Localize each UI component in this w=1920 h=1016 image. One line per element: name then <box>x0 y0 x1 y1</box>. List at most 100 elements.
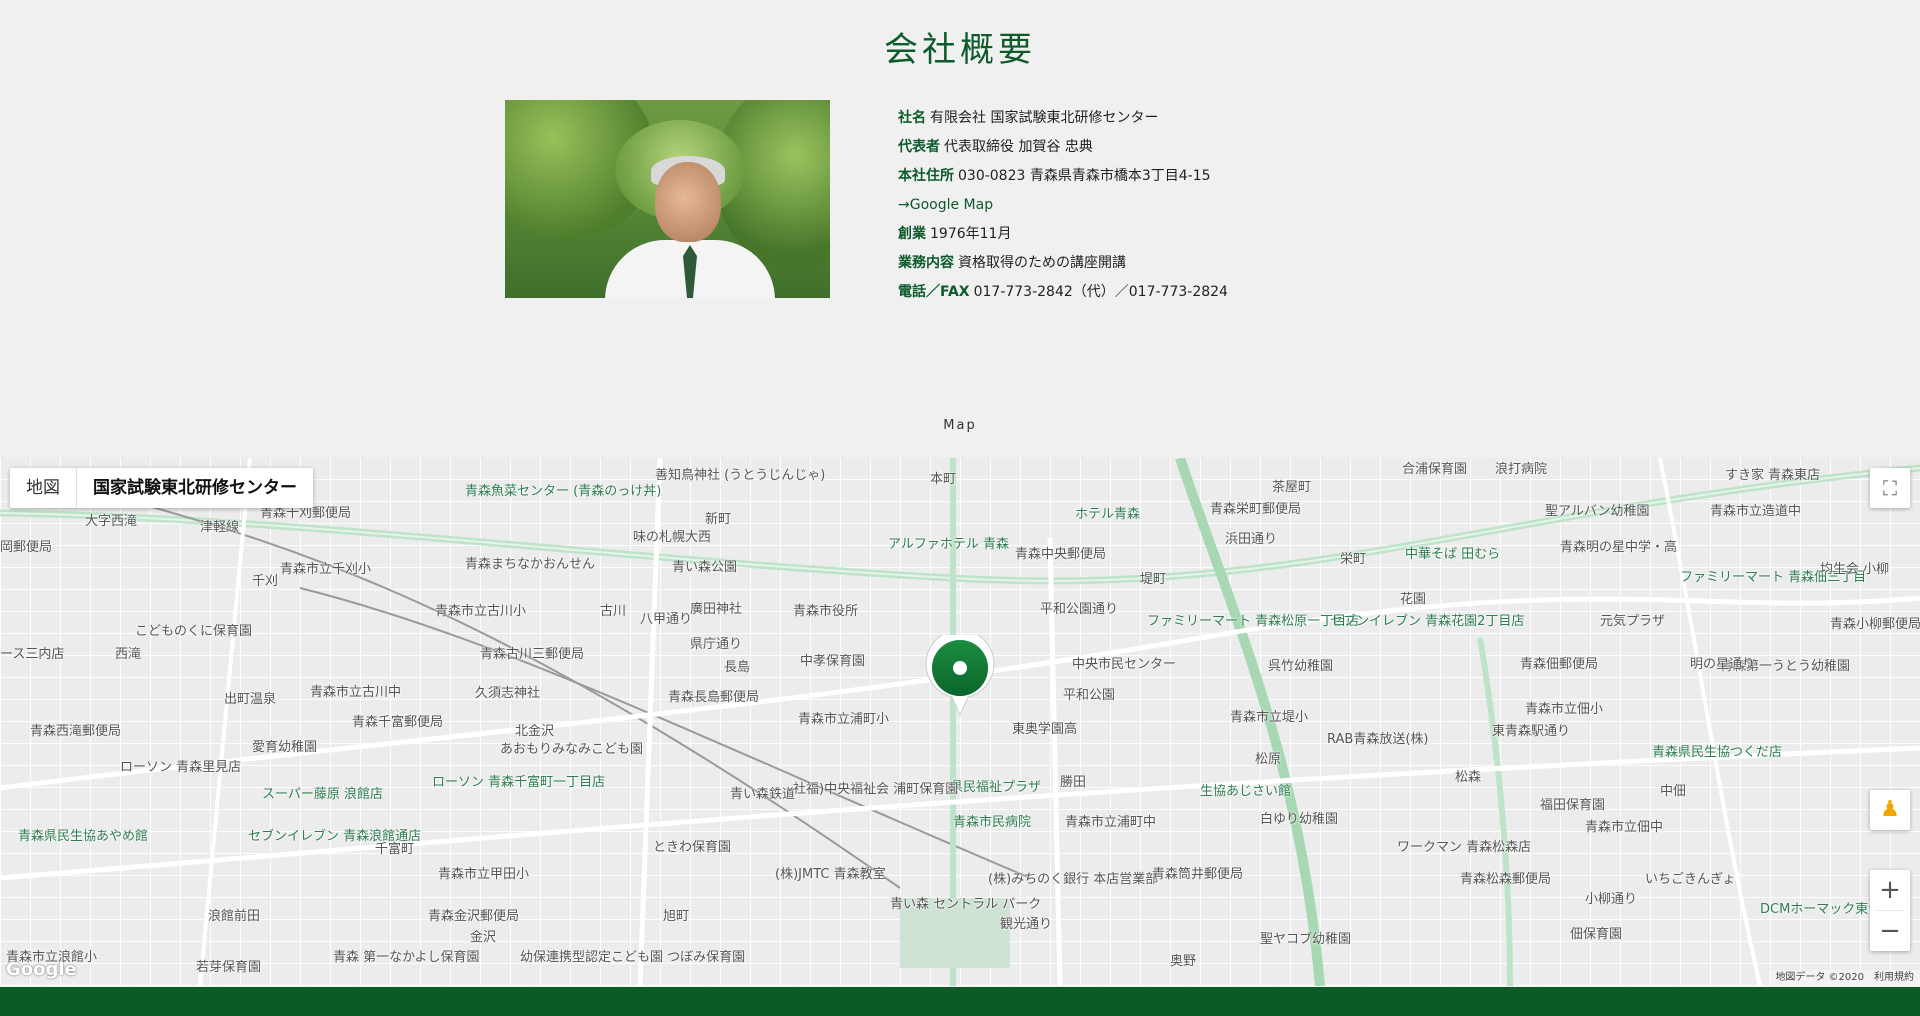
poi-label: 青森栄町郵便局 <box>1210 502 1302 517</box>
poi-label: 松原 <box>1255 752 1282 767</box>
poi-label: 中佃 <box>1660 784 1687 799</box>
poi-label: 出町温泉 <box>224 692 277 707</box>
poi-label: 千刈 <box>252 574 279 589</box>
street-label: 平和公園通り <box>1040 602 1119 617</box>
poi-label: 青森金沢郵便局 <box>428 909 520 924</box>
street-label: 浜田通り <box>1225 532 1278 547</box>
fullscreen-icon[interactable]: ⛶ <box>1870 468 1910 508</box>
poi-label: ローソン 青森千富町一丁目店 <box>432 775 606 790</box>
google-map-link[interactable]: →Google Map <box>898 197 993 213</box>
map-place-name-button[interactable]: 国家試験東北研修センター <box>77 468 313 508</box>
poi-label: 青森明の星中学・高 <box>1560 540 1678 555</box>
poi-label: 青森県民生協つくだ店 <box>1652 745 1783 760</box>
info-row-representative: 代表者 代表取締役 加賀谷 忠典 <box>898 139 1093 155</box>
google-map[interactable]: 善知鳥神社 (うとうじんじゃ) 本町 茶屋町 合浦保育園 浪打病院 すき家 青森… <box>0 458 1920 986</box>
poi-label: ときわ保育園 <box>653 840 732 855</box>
info-row-business: 業務内容 資格取得のための講座開講 <box>898 255 1126 271</box>
poi-label: 花園 <box>1400 592 1427 607</box>
street-view-pegman-icon[interactable]: ♟ <box>1870 790 1910 830</box>
poi-label: セブンイレブン 青森花園2丁目店 <box>1330 614 1525 629</box>
page-title: 会社概要 <box>884 30 1036 70</box>
company-info: 社名 有限会社 国家試験東北研修センター 代表者 代表取締役 加賀谷 忠典 本社住所… <box>898 104 1228 307</box>
poi-label: 中華そば 田むら <box>1405 547 1501 562</box>
president-photo <box>505 100 830 298</box>
poi-label: 中孝保育園 <box>800 654 866 669</box>
poi-label: 青森市立浦町小 <box>798 712 890 727</box>
poi-label: 生協あじさい館 <box>1200 784 1292 799</box>
poi-label: 廣田神社 <box>690 602 743 617</box>
poi-label: すき家 青森東店 <box>1725 468 1821 483</box>
google-map-link-row: →Google Map <box>898 191 1228 220</box>
poi-label: 新町 <box>705 512 732 527</box>
poi-label: スーパー藤原 浪館店 <box>262 787 384 802</box>
poi-label: 浪館前田 <box>208 909 261 924</box>
poi-label: 青森魚菜センター (青森のっけ丼) <box>465 484 662 499</box>
street-label: 東青森駅通り <box>1492 724 1571 739</box>
google-logo: Google <box>6 959 77 980</box>
poi-label: 青森市立古川小 <box>435 604 527 619</box>
poi-label: 愛育幼稚園 <box>252 740 318 755</box>
poi-label: 青森中央郵便局 <box>1015 547 1107 562</box>
poi-label: 聖ヤコブ幼稚園 <box>1260 932 1352 947</box>
poi-label: 味の札幌大西 <box>633 530 712 545</box>
poi-label: 青森市立浦町中 <box>1065 815 1157 830</box>
poi-label: 青森長島郵便局 <box>668 690 760 705</box>
zoom-control: + − <box>1870 870 1910 951</box>
poi-label: 奥野 <box>1170 954 1197 969</box>
info-row-phone-fax: 電話／FAX 017-773-2842（代）／017-773-2824 <box>898 284 1228 300</box>
poi-label: 青森松森郵便局 <box>1460 872 1552 887</box>
zoom-out-button[interactable]: − <box>1870 911 1910 951</box>
poi-label: 青森県民生協あやめ館 <box>18 829 149 844</box>
poi-label: 平和公園 <box>1063 688 1116 703</box>
poi-label: 善知鳥神社 (うとうじんじゃ) <box>655 468 826 483</box>
poi-label: 均生会 小柳 <box>1820 562 1890 577</box>
footer-bar <box>0 987 1920 1016</box>
poi-label: 青森市立佃小 <box>1525 702 1604 717</box>
poi-label: 福田保育園 <box>1540 798 1606 813</box>
map-type-control: 地図 国家試験東北研修センター <box>10 468 313 508</box>
poi-label: こどものくに保育園 <box>135 624 253 639</box>
map-type-map-button[interactable]: 地図 <box>10 468 77 508</box>
poi-label: ローソン 青森里見店 <box>120 760 242 775</box>
zoom-in-button[interactable]: + <box>1870 870 1910 910</box>
poi-label: 青森小柳郵便局 <box>1830 617 1920 632</box>
rail-label: 青い森鉄道 <box>730 787 796 802</box>
location-marker-icon[interactable] <box>925 635 995 717</box>
poi-label: 青森千富郵便局 <box>352 715 444 730</box>
street-label: 観光通り <box>1000 917 1053 932</box>
poi-label: ホテル青森 <box>1075 507 1141 522</box>
poi-label: 青森市民病院 <box>953 815 1032 830</box>
poi-label: 旭町 <box>663 909 690 924</box>
poi-label: 勝田 <box>1060 775 1087 790</box>
poi-label: 中央市民センター <box>1072 657 1177 672</box>
poi-label: 岡郵便局 <box>0 540 53 555</box>
poi-label: ワークマン 青森松森店 <box>1397 840 1532 855</box>
poi-label: ファミリーマート 青森松原一丁目店 <box>1147 614 1360 629</box>
info-row-name: 社名 有限会社 国家試験東北研修センター <box>898 110 1159 126</box>
poi-label: 北金沢 <box>515 724 555 739</box>
poi-label: 古川 <box>600 604 627 619</box>
poi-label: 青森筒井郵便局 <box>1152 867 1244 882</box>
poi-label: 幼保連携型認定こども園 つぼみ保育園 <box>520 950 746 965</box>
poi-label: 堤町 <box>1140 572 1167 587</box>
poi-label: 長島 <box>724 660 751 675</box>
poi-label: 呉竹幼稚園 <box>1268 659 1334 674</box>
poi-label: 青い森 セントラル パーク <box>890 897 1042 912</box>
poi-label: 久須志神社 <box>475 686 541 701</box>
poi-label: 青森佃郵便局 <box>1520 657 1599 672</box>
poi-label: 青森 第一なかよし保育園 <box>333 950 480 965</box>
poi-label: いちごきんぎょ <box>1645 872 1736 887</box>
poi-label: 若芽保育園 <box>196 960 262 975</box>
poi-label: 西滝 <box>115 647 142 662</box>
street-label: 八甲通り <box>640 612 693 627</box>
poi-label: 金沢 <box>470 930 497 945</box>
poi-label: 松森 <box>1455 770 1482 785</box>
poi-label: あおもりみなみこども園 <box>500 742 644 757</box>
poi-label: 本町 <box>930 472 957 487</box>
poi-label: 青い森公園 <box>672 560 738 575</box>
poi-label: 青森市立佃中 <box>1585 820 1664 835</box>
street-label: 県庁通り <box>690 637 743 652</box>
map-attribution[interactable]: 地図データ ©2020 利用規約 <box>1769 970 1920 986</box>
poi-label: 津軽線 <box>200 520 240 535</box>
poi-label: 栄町 <box>1340 552 1367 567</box>
